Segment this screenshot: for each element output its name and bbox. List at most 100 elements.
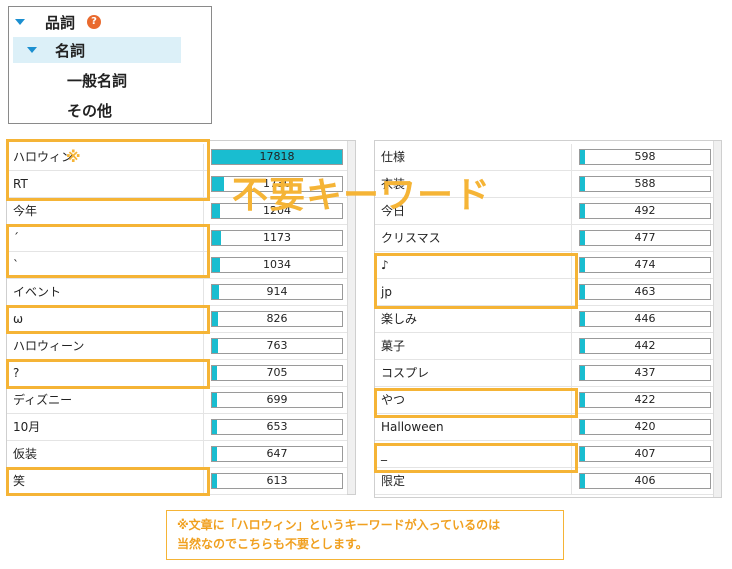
column-divider (571, 306, 572, 332)
tree-node-hinshi[interactable]: 品詞 ? (15, 9, 102, 35)
column-divider (571, 360, 572, 386)
table-row[interactable]: ´ 1173 (7, 225, 347, 252)
count-bar: 420 (579, 419, 711, 435)
table-row[interactable]: 笑 613 (7, 468, 347, 495)
count-value: 406 (634, 474, 656, 487)
keyword-cell: jp (381, 285, 392, 299)
table-row[interactable]: 楽しみ 446 (375, 306, 713, 333)
count-bar: 446 (579, 311, 711, 327)
keyword-cell: 限定 (381, 474, 406, 488)
count-bar: 17818 (211, 149, 343, 165)
count-bar: 1173 (211, 230, 343, 246)
keyword-cell: Halloween (381, 420, 444, 434)
count-value: 705 (266, 366, 288, 379)
column-divider (203, 306, 204, 332)
count-value: 588 (634, 177, 656, 190)
column-divider (203, 360, 204, 386)
table-row[interactable]: クリスマス 477 (375, 225, 713, 252)
count-bar: 647 (211, 446, 343, 462)
column-divider (203, 333, 204, 359)
table-row[interactable]: ` 1034 (7, 252, 347, 279)
count-bar: 914 (211, 284, 343, 300)
count-value: 1173 (263, 231, 291, 244)
table-row[interactable]: 限定 406 (375, 468, 713, 495)
count-bar: 1034 (211, 257, 343, 273)
note-line: ※文章に「ハロウィン」というキーワードが入っているのは (177, 518, 501, 532)
count-bar: 422 (579, 392, 711, 408)
column-divider (203, 414, 204, 440)
help-icon[interactable]: ? (87, 15, 102, 29)
column-divider (203, 198, 204, 224)
column-divider (571, 441, 572, 467)
count-bar: 763 (211, 338, 343, 354)
column-divider (203, 387, 204, 413)
count-bar: 588 (579, 176, 711, 192)
column-divider (571, 225, 572, 251)
count-bar: 705 (211, 365, 343, 381)
count-value: 420 (634, 420, 656, 433)
tree-node-sonota[interactable]: その他 (67, 97, 112, 123)
tree-node-label: 品詞 (45, 13, 76, 32)
column-divider (203, 468, 204, 494)
table-row[interactable]: イベント 914 (7, 279, 347, 306)
column-divider (203, 279, 204, 305)
keyword-cell: ´ (13, 231, 19, 245)
keyword-cell: 笑 (13, 474, 26, 488)
scrollbar[interactable] (713, 141, 721, 497)
count-bar: 406 (579, 473, 711, 489)
count-bar: 492 (579, 203, 711, 219)
count-value: 446 (634, 312, 656, 325)
tree-node-ippan-meishi[interactable]: 一般名詞 (67, 67, 127, 93)
part-of-speech-tree: 品詞 ? 名詞 一般名詞 その他 (8, 6, 212, 124)
column-divider (571, 468, 572, 494)
count-value: 492 (634, 204, 656, 217)
count-value: 653 (266, 420, 288, 433)
table-row[interactable]: _ 407 (375, 441, 713, 468)
tree-node-meishi[interactable]: 名詞 (13, 37, 181, 63)
table-row[interactable]: Halloween 420 (375, 414, 713, 441)
expand-triangle-icon[interactable] (27, 47, 37, 53)
keyword-cell: 楽しみ (381, 312, 418, 326)
keyword-cell: ハロウィン (13, 150, 74, 164)
count-value: 598 (634, 150, 656, 163)
column-divider (203, 171, 204, 197)
table-row[interactable]: ω 826 (7, 306, 347, 333)
keyword-cell: ` (13, 258, 19, 272)
expand-triangle-icon[interactable] (15, 19, 25, 25)
table-row[interactable]: jp 463 (375, 279, 713, 306)
table-row[interactable]: 仮装 647 (7, 441, 347, 468)
column-divider (571, 279, 572, 305)
count-bar: 474 (579, 257, 711, 273)
count-bar: 463 (579, 284, 711, 300)
count-bar: 613 (211, 473, 343, 489)
count-value: 17818 (259, 150, 295, 163)
count-value: 763 (266, 339, 288, 352)
count-bar: 442 (579, 338, 711, 354)
count-value: 474 (634, 258, 656, 271)
table-row[interactable]: 菓子 442 (375, 333, 713, 360)
column-divider (203, 252, 204, 278)
count-bar: 598 (579, 149, 711, 165)
count-bar: 653 (211, 419, 343, 435)
table-row[interactable]: ♪ 474 (375, 252, 713, 279)
count-value: 1034 (263, 258, 291, 271)
table-row[interactable]: ? 705 (7, 360, 347, 387)
table-row[interactable]: ハロウィーン 763 (7, 333, 347, 360)
column-divider (571, 387, 572, 413)
count-value: 477 (634, 231, 656, 244)
table-row[interactable]: やつ 422 (375, 387, 713, 414)
column-divider (571, 333, 572, 359)
table-row[interactable]: コスプレ 437 (375, 360, 713, 387)
keyword-cell: イベント (13, 285, 62, 299)
count-bar: 477 (579, 230, 711, 246)
keyword-cell: 10月 (13, 420, 41, 434)
keyword-cell: ? (13, 366, 20, 380)
table-row[interactable]: 10月 653 (7, 414, 347, 441)
column-divider (203, 225, 204, 251)
column-divider (203, 441, 204, 467)
table-row[interactable]: ディズニー 699 (7, 387, 347, 414)
keyword-cell: ディズニー (13, 393, 73, 407)
count-value: 437 (634, 366, 656, 379)
keyword-cell: やつ (381, 393, 406, 407)
keyword-cell: ω (13, 312, 24, 326)
